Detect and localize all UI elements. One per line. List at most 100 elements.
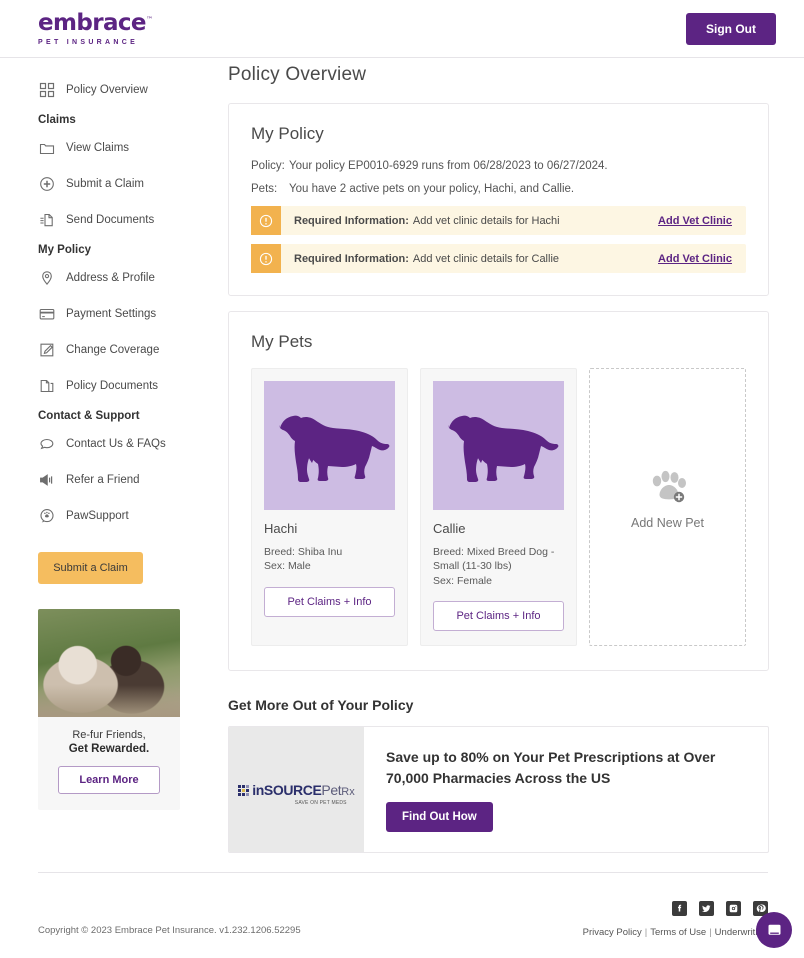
twitter-icon[interactable] — [699, 901, 714, 916]
insource-logo-word: inSOURCE — [252, 781, 322, 798]
alert-body-text: Add vet clinic details for Hachi — [412, 214, 560, 227]
insource-petrx-logo: inSOURCE Pet Rx SAVE ON PET MEDS — [229, 727, 364, 853]
sidebar-item-label: Policy Documents — [66, 380, 159, 392]
logo-tagline: PET INSURANCE — [38, 38, 139, 46]
sidebar-item-label: Send Documents — [66, 214, 155, 226]
sidebar-item-label: View Claims — [66, 142, 130, 154]
main-content: Policy Overview My Policy Policy: Your p… — [228, 64, 804, 854]
sidebar-group-title-my-policy: My Policy — [38, 244, 92, 256]
social-links — [583, 901, 768, 916]
add-new-pet-card[interactable]: Add New Pet — [589, 368, 746, 647]
location-pin-icon — [38, 270, 55, 287]
dog-silhouette-icon — [448, 415, 558, 482]
sign-out-button[interactable]: Sign Out — [686, 12, 776, 45]
sidebar-item-label: PawSupport — [66, 510, 129, 522]
policy-row-value: Your policy EP0010-6929 runs from 06/28/… — [289, 160, 608, 172]
two-dogs-photo — [38, 609, 180, 717]
pet-card[interactable]: Hachi Breed: Shiba Inu Sex: Male Pet Cla… — [251, 368, 408, 647]
alert-strong-label: Required Information: — [294, 252, 409, 265]
promo-section-title: Get More Out of Your Policy — [228, 697, 414, 714]
pet-claims-info-button[interactable]: Pet Claims + Info — [264, 586, 395, 617]
policy-row: Pets: You have 2 active pets on your pol… — [251, 183, 746, 195]
terms-of-use-link[interactable]: Terms of Use — [650, 927, 706, 938]
page-title: Policy Overview — [228, 64, 367, 85]
sidebar-group-title-claims: Claims — [38, 114, 76, 126]
policy-row-label: Pets: — [251, 183, 278, 195]
instagram-icon[interactable] — [726, 901, 741, 916]
credit-card-icon — [38, 306, 55, 323]
insource-grid-icon — [238, 784, 250, 796]
add-vet-clinic-link[interactable]: Add Vet Clinic — [658, 206, 746, 235]
insource-logo-rx: Rx — [341, 785, 355, 798]
sidebar-item-submit-a-claim[interactable]: Submit a Claim — [38, 172, 228, 196]
trademark-symbol: ™ — [145, 14, 153, 23]
alert-exclamation-icon — [251, 206, 281, 235]
pet-breed-label: Breed: — [433, 546, 464, 558]
sidebar-nav: Policy Overview Claims View Claims Submi… — [0, 78, 228, 853]
policy-row-value: You have 2 active pets on your policy, H… — [289, 183, 575, 195]
privacy-policy-link[interactable]: Privacy Policy — [583, 927, 642, 938]
learn-more-button[interactable]: Learn More — [58, 766, 160, 794]
footer-links: Privacy Policy | Terms of Use | Underwriting — [583, 927, 768, 938]
sidebar-item-label: Contact Us & FAQs — [66, 438, 166, 450]
chat-widget-button[interactable] — [756, 912, 792, 948]
speech-bubble-icon — [38, 436, 55, 453]
pet-breed-label: Breed: — [264, 546, 295, 558]
megaphone-icon — [38, 472, 55, 489]
refer-a-friend-promo-card[interactable]: Re-fur Friends, Get Rewarded. Learn More — [38, 609, 180, 810]
logo-text: embrace — [38, 9, 147, 36]
footer-separator: | — [644, 927, 648, 938]
pet-sex-value: Female — [456, 574, 492, 587]
refer-promo-line2: Get Rewarded. — [68, 743, 150, 755]
my-pets-card: My Pets Hachi Breed: Shiba Inu Sex: Male… — [228, 311, 769, 672]
policy-row: Policy: Your policy EP0010-6929 runs fro… — [251, 160, 746, 172]
promo-headline: Save up to 80% on Your Pet Prescriptions… — [386, 749, 716, 786]
pencil-edit-icon — [38, 342, 55, 359]
pet-details: Breed: Mixed Breed Dog - Small (11-30 lb… — [433, 545, 564, 588]
site-header: embrace™ PET INSURANCE Sign Out — [0, 0, 804, 58]
sidebar-item-contact-us-faqs[interactable]: Contact Us & FAQs — [38, 432, 228, 456]
paw-plus-icon — [652, 470, 686, 503]
pet-name: Callie — [433, 521, 466, 536]
sidebar-item-policy-documents[interactable]: Policy Documents — [38, 374, 228, 398]
embrace-logo[interactable]: embrace™ PET INSURANCE — [38, 9, 153, 46]
sidebar-item-send-documents[interactable]: Send Documents — [38, 208, 228, 232]
alert-exclamation-icon — [251, 244, 281, 273]
alert-strong-label: Required Information: — [294, 214, 409, 227]
my-pets-card-title: My Pets — [251, 332, 313, 351]
find-out-how-button[interactable]: Find Out How — [386, 802, 493, 833]
sidebar-item-payment-settings[interactable]: Payment Settings — [38, 302, 228, 326]
documents-icon — [38, 378, 55, 395]
refer-promo-line1: Re-fur Friends, — [72, 729, 146, 741]
sidebar-item-label: Submit a Claim — [66, 178, 144, 190]
policy-overview-page: embrace™ PET INSURANCE Sign Out Policy O… — [0, 0, 804, 958]
facebook-icon[interactable] — [672, 901, 687, 916]
sidebar-item-policy-overview[interactable]: Policy Overview — [38, 78, 228, 102]
sidebar-item-change-coverage[interactable]: Change Coverage — [38, 338, 228, 362]
pet-sex-label: Sex: — [264, 560, 286, 573]
sidebar-item-address-profile[interactable]: Address & Profile — [38, 266, 228, 290]
pet-breed-value: Shiba Inu — [297, 546, 343, 558]
required-info-alert: Required Information: Add vet clinic det… — [251, 244, 746, 273]
sidebar-item-label: Change Coverage — [66, 344, 160, 356]
sidebar-item-pawsupport[interactable]: PawSupport — [38, 504, 228, 528]
sidebar-item-refer-a-friend[interactable]: Refer a Friend — [38, 468, 228, 492]
sidebar-item-label: Payment Settings — [66, 308, 157, 320]
sidebar-item-view-claims[interactable]: View Claims — [38, 136, 228, 160]
logo-wordmark: embrace™ — [38, 9, 153, 36]
insource-petrx-promo-card: inSOURCE Pet Rx SAVE ON PET MEDS Save up… — [228, 726, 769, 854]
site-footer: Copyright © 2023 Embrace Pet Insurance. … — [38, 872, 768, 938]
add-vet-clinic-link[interactable]: Add Vet Clinic — [658, 244, 746, 273]
policy-row-label: Policy: — [251, 160, 285, 172]
pet-avatar — [433, 381, 564, 510]
sidebar-group-title-contact-support: Contact & Support — [38, 410, 140, 422]
pet-card[interactable]: Callie Breed: Mixed Breed Dog - Small (1… — [420, 368, 577, 647]
pet-sex-value: Male — [287, 560, 311, 573]
required-info-alert: Required Information: Add vet clinic det… — [251, 206, 746, 235]
pet-claims-info-button[interactable]: Pet Claims + Info — [433, 601, 564, 632]
my-policy-card-title: My Policy — [251, 124, 324, 143]
pet-details: Breed: Shiba Inu Sex: Male — [264, 545, 395, 574]
pet-sex-label: Sex: — [433, 574, 455, 587]
dog-silhouette-icon — [279, 415, 389, 482]
sidebar-submit-claim-button[interactable]: Submit a Claim — [38, 552, 143, 584]
